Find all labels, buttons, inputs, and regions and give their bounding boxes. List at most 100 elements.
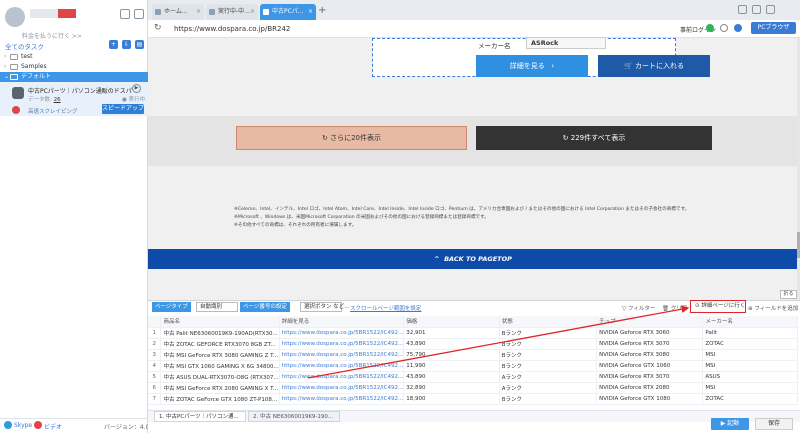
- page-number-setting[interactable]: ページ番号の設定: [240, 302, 290, 312]
- minimize-icon[interactable]: [738, 5, 747, 14]
- table-cell-url[interactable]: https://www.dospara.co.jp/5BR1522/IC492.…: [279, 382, 405, 394]
- table-cell: NVIDIA Geforce RTX 3060: [596, 327, 704, 339]
- table-row[interactable]: 6 中古 MSI GeForce RTX 2080 GAMING X T... ht…: [148, 382, 798, 394]
- new-tab-icon[interactable]: +: [318, 5, 326, 16]
- trademark-note: ※Microsoft 、Windows は、米国Microsoft Corpor…: [234, 215, 489, 220]
- task-tab-2[interactable]: 2. 中古 NE63060019K9-190...: [248, 411, 340, 422]
- table-cell-url[interactable]: https://www.dospara.co.jp/5BR1522/IC492.…: [279, 371, 405, 383]
- scroll-range-link[interactable]: スクロールページ範囲を設定: [350, 304, 421, 312]
- avatar[interactable]: [5, 7, 25, 27]
- close-window-icon[interactable]: [766, 5, 775, 14]
- trademark-note: ※その他すべての商標は、それぞれの所有者に帰属します。: [234, 223, 357, 228]
- table-cell: Bランク: [499, 360, 598, 372]
- table-row[interactable]: 3 中古 MSI GeForce RTX 3080 GAMING Z T... ht…: [148, 349, 798, 361]
- clear-button[interactable]: 🗑 クリア: [662, 304, 687, 312]
- table-cell: 32,901: [403, 327, 500, 339]
- go-to-detail-button[interactable]: ⊙ 詳細ページに行く: [690, 300, 746, 313]
- table-row[interactable]: 5 中古 ASUS DUAL-RTX3070-O8G (RTX307... http…: [148, 371, 798, 383]
- start-button[interactable]: ▶ 起動: [711, 418, 749, 430]
- row-index: 6: [148, 382, 162, 394]
- folder-icon: [10, 74, 18, 80]
- table-cell-url[interactable]: https://www.dospara.co.jp/5BR1522/IC492.…: [279, 338, 405, 350]
- skype-icon[interactable]: [4, 421, 12, 429]
- user-icon[interactable]: [734, 24, 742, 32]
- table-cell: NVIDIA Geforce RTX 3080: [596, 349, 704, 361]
- row-index: 1: [148, 327, 162, 339]
- url-input[interactable]: https://www.dospara.co.jp/BR242: [174, 25, 290, 33]
- table-cell: Bランク: [499, 349, 598, 361]
- save-button[interactable]: 保存: [755, 418, 793, 430]
- folder-icon: [10, 64, 18, 70]
- close-icon[interactable]: ×: [250, 4, 255, 20]
- settings-icon[interactable]: [120, 9, 130, 19]
- row-index: 3: [148, 349, 162, 361]
- row-index: 2: [148, 338, 162, 350]
- all-tasks-label[interactable]: 全てのタスク: [5, 41, 44, 51]
- table-cell-url[interactable]: https://www.dospara.co.jp/5BR1522/IC492.…: [279, 327, 405, 339]
- view-detail-button[interactable]: 詳細を見る ›: [476, 55, 588, 77]
- status-icon[interactable]: [706, 24, 714, 32]
- column-header[interactable]: チップ: [596, 316, 704, 328]
- table-cell-url[interactable]: https://www.dospara.co.jp/5BR1522/IC492.…: [279, 360, 405, 372]
- table-row[interactable]: 7 中古 ZOTAC GeForce GTX 1080 ZT-P108... htt…: [148, 393, 798, 405]
- table-cell: 43,890: [403, 371, 500, 383]
- new-task-button[interactable]: +: [109, 40, 118, 49]
- maker-value: ASRock: [526, 37, 606, 49]
- task-status: ● 実行中: [122, 97, 146, 103]
- show-all-button[interactable]: ↻ 229件すべて表示: [476, 126, 712, 150]
- table-row[interactable]: 4 中古 MSI GTX 1060 GAMING X 6G 34800... htt…: [148, 360, 798, 372]
- maker-label: メーカー名: [478, 42, 511, 50]
- speed-up-button[interactable]: スピードアップ: [102, 104, 144, 114]
- table-cell: Bランク: [499, 327, 598, 339]
- page-type-select[interactable]: 自動識別: [196, 302, 238, 312]
- table-cell: NVIDIA Geforce RTX 2080: [596, 382, 704, 394]
- chevron-down-icon: ⌄: [4, 73, 10, 80]
- column-header[interactable]: メーカー名: [702, 316, 798, 328]
- skype-link[interactable]: Skype: [14, 422, 32, 429]
- tree-item-samples[interactable]: › Samples: [0, 62, 148, 72]
- close-icon[interactable]: ×: [196, 4, 201, 20]
- table-row[interactable]: 2 中古 ZOTAC GEFORCE RTX3070 8GB ZT... https…: [148, 338, 798, 350]
- video-icon[interactable]: [34, 421, 42, 429]
- reload-icon[interactable]: ↻: [154, 23, 162, 33]
- table-cell: 中古 MSI GTX 1060 GAMING X 6G 34800...: [160, 360, 280, 372]
- column-header[interactable]: 価格: [403, 316, 500, 328]
- task-tab-1[interactable]: 1. 中古PCパーツ｜パソコン通...: [154, 411, 246, 422]
- back-to-top-button[interactable]: ^ BACK TO PAGETOP: [148, 249, 798, 269]
- add-field-button[interactable]: ⊕ フィールドを追加: [748, 304, 798, 312]
- maximize-icon[interactable]: [752, 5, 761, 14]
- column-header[interactable]: 商品名: [160, 316, 280, 328]
- play-icon[interactable]: ▶: [132, 84, 141, 93]
- tree-item-test[interactable]: › test: [0, 52, 148, 62]
- table-cell: NVIDIA Geforce GTX 1060: [596, 360, 704, 372]
- column-header[interactable]: 状態: [499, 316, 598, 328]
- table-cell-url[interactable]: https://www.dospara.co.jp/5BR1522/IC492.…: [279, 349, 405, 361]
- folder-button[interactable]: ▤: [135, 40, 144, 49]
- favicon-icon: [263, 9, 269, 15]
- pay-link[interactable]: 料金を払うに行く >>: [22, 31, 82, 40]
- filter-button[interactable]: ▽ フィルター: [622, 304, 655, 312]
- select-button-dropdown[interactable]: 選択ボタン など...: [300, 302, 350, 312]
- tab-running[interactable]: 実行中-中... ×: [206, 4, 258, 20]
- table-header: 商品名 詳細を見る 価格 状態 チップ メーカー名: [148, 316, 798, 328]
- tree-item-default[interactable]: ⌄ デフォルト: [0, 72, 148, 82]
- table-cell: NVIDIA Geforce RTX 3070: [596, 371, 704, 383]
- import-button[interactable]: ⇩: [122, 40, 131, 49]
- video-link[interactable]: ビデオ: [44, 422, 62, 431]
- tab-home[interactable]: ホーム... ×: [152, 4, 204, 20]
- task-title: 中古PCパーツ｜パソコン通販のドスパラ【...: [28, 88, 132, 95]
- table-cell-url[interactable]: https://www.dospara.co.jp/5BR1522/IC492.…: [279, 393, 405, 405]
- user-menu-icon[interactable]: [134, 9, 144, 19]
- table-row[interactable]: 1 中古 Palit NE63060019K9-190AD(RTX30... htt…: [148, 327, 798, 339]
- trademark-note: ※Celeron、Intel、インテル、Intel ロゴ、Intel Atom、…: [234, 207, 690, 212]
- close-icon[interactable]: ×: [308, 4, 313, 20]
- row-index: 5: [148, 371, 162, 383]
- add-to-cart-button[interactable]: 🛒 カートに入れる: [598, 55, 710, 77]
- table-cell: 中古 ASUS DUAL-RTX3070-O8G (RTX307...: [160, 371, 280, 383]
- help-icon[interactable]: [720, 24, 728, 32]
- tab-used-pc[interactable]: 中古PCパ... ×: [260, 4, 316, 20]
- pc-browser-dropdown[interactable]: PCブラウザ: [751, 22, 796, 34]
- column-header[interactable]: 詳細を見る: [279, 316, 405, 328]
- show-20-more-button[interactable]: ↻ さらに20件表示: [236, 126, 467, 150]
- collapse-button[interactable]: 折る: [780, 290, 797, 299]
